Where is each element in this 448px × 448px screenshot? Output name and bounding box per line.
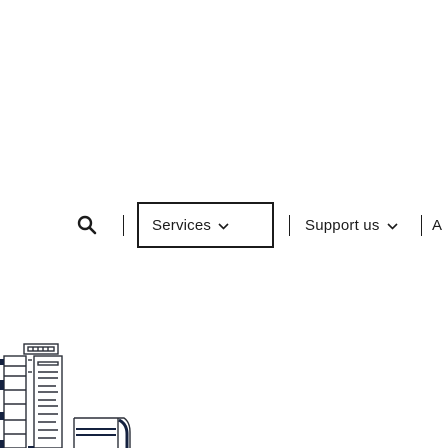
nav-separator [289, 215, 290, 236]
search-icon [77, 215, 97, 235]
nav-item-label: Services [152, 216, 212, 234]
search-button[interactable] [74, 212, 100, 238]
chevron-down-icon [386, 222, 398, 230]
main-navigation: Services Support us A [0, 202, 448, 248]
page: Services Support us A [0, 0, 448, 448]
nav-item-label: A [432, 216, 443, 234]
nav-separator [123, 215, 124, 236]
nav-separator [421, 215, 422, 236]
nav-item-services[interactable]: Services [137, 202, 274, 248]
nav-item-truncated[interactable]: A [432, 202, 442, 248]
chevron-down-icon [218, 222, 229, 230]
nav-item-label: Support us [305, 216, 380, 234]
device-illustration [0, 343, 131, 448]
nav-item-support-us[interactable]: Support us [305, 202, 398, 248]
